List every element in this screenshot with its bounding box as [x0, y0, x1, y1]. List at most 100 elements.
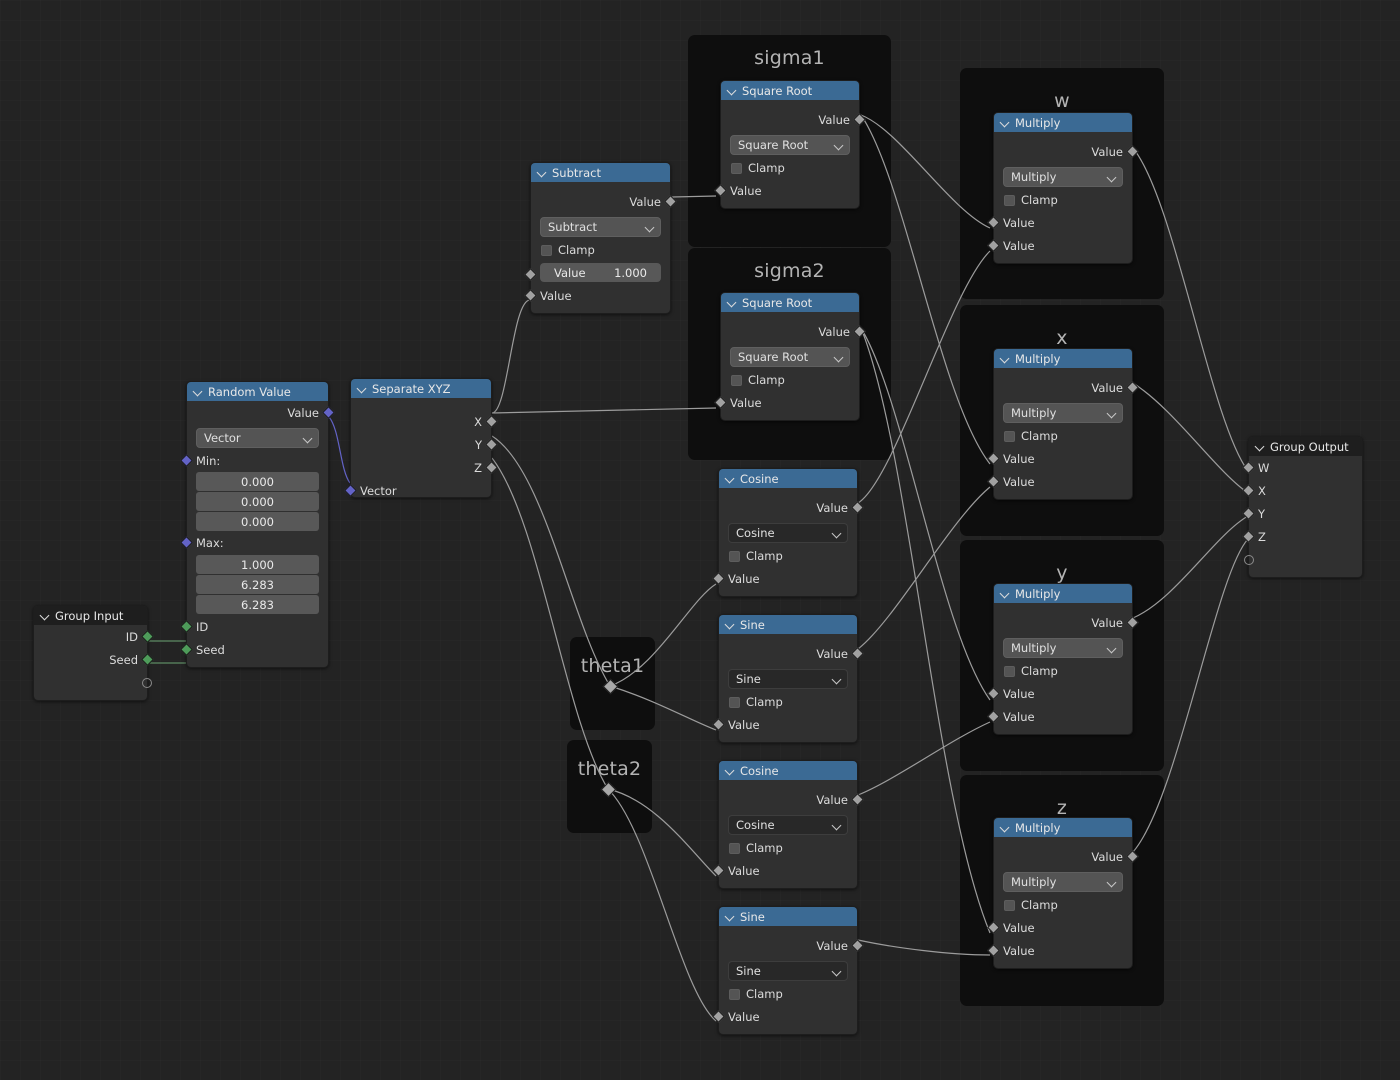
socket-x[interactable]	[1242, 484, 1255, 497]
socket-value-out[interactable]	[322, 406, 335, 419]
chevron-down-icon[interactable]	[832, 967, 842, 977]
socket-row-output-y[interactable]: Y	[351, 433, 491, 456]
clamp-checkbox[interactable]	[731, 163, 742, 174]
socket-row-output-id[interactable]: ID	[34, 625, 147, 648]
socket-extend-icon[interactable]	[142, 678, 152, 688]
node-editor-canvas[interactable]: sigma1 sigma2 theta1 theta2 w x y z Grou…	[0, 0, 1400, 1080]
socket-row-input-value-a[interactable]: Value	[994, 211, 1132, 234]
socket-y[interactable]	[1242, 507, 1255, 520]
operation-dropdown[interactable]: Square Root	[730, 347, 850, 367]
socket-value-out[interactable]	[851, 501, 864, 514]
chevron-down-icon[interactable]	[537, 167, 548, 178]
socket-row-input-id[interactable]: ID	[187, 615, 328, 638]
clamp-row[interactable]: Clamp	[719, 837, 857, 859]
chevron-down-icon[interactable]	[1255, 441, 1266, 452]
chevron-down-icon[interactable]	[1000, 353, 1011, 364]
socket-value-b[interactable]	[524, 289, 537, 302]
chevron-down-icon[interactable]	[834, 141, 844, 151]
chevron-down-icon[interactable]	[832, 821, 842, 831]
socket-row-output-value[interactable]: Value	[721, 320, 859, 343]
node-multiply-x[interactable]: Multiply Value Multiply Clamp Value Valu…	[993, 348, 1133, 500]
socket-row-output-value[interactable]: Value	[994, 376, 1132, 399]
node-square-root-sigma2-header[interactable]: Square Root	[721, 293, 859, 312]
socket-row-input-value[interactable]: Value	[719, 713, 857, 736]
node-multiply-z-header[interactable]: Multiply	[994, 818, 1132, 837]
socket-value-in[interactable]	[712, 718, 725, 731]
chevron-down-icon[interactable]	[193, 386, 204, 397]
chevron-down-icon[interactable]	[1107, 173, 1117, 183]
socket-value-in[interactable]	[712, 864, 725, 877]
chevron-down-icon[interactable]	[645, 223, 655, 233]
clamp-checkbox[interactable]	[729, 989, 740, 1000]
node-multiply-w[interactable]: Multiply Value Multiply Clamp Value Valu…	[993, 112, 1133, 264]
socket-row-output-seed[interactable]: Seed	[34, 648, 147, 671]
clamp-row[interactable]: Clamp	[994, 660, 1132, 682]
clamp-row[interactable]: Clamp	[994, 425, 1132, 447]
clamp-row[interactable]: Clamp	[531, 239, 670, 261]
node-square-root-sigma1[interactable]: Square Root Value Square Root Clamp Valu…	[720, 80, 860, 209]
operation-dropdown[interactable]: Sine	[728, 669, 848, 689]
operation-dropdown[interactable]: Subtract	[540, 217, 661, 237]
socket-id-in[interactable]	[180, 620, 193, 633]
socket-vector-in[interactable]	[344, 484, 357, 497]
socket-value-out[interactable]	[851, 647, 864, 660]
socket-row-input-z[interactable]: Z	[1249, 525, 1362, 548]
node-subtract[interactable]: Subtract Value Subtract Clamp Value 1.00…	[530, 162, 671, 314]
chevron-down-icon[interactable]	[727, 297, 738, 308]
node-multiply-y[interactable]: Multiply Value Multiply Clamp Value Valu…	[993, 583, 1133, 735]
clamp-row[interactable]: Clamp	[719, 691, 857, 713]
chevron-down-icon[interactable]	[357, 383, 368, 394]
chevron-down-icon[interactable]	[725, 765, 736, 776]
socket-row-output-value[interactable]: Value	[994, 845, 1132, 868]
node-multiply-w-header[interactable]: Multiply	[994, 113, 1132, 132]
chevron-down-icon[interactable]	[832, 675, 842, 685]
node-cosine-1-header[interactable]: Cosine	[719, 469, 857, 488]
socket-row-input-w[interactable]: W	[1249, 456, 1362, 479]
node-sine-2-header[interactable]: Sine	[719, 907, 857, 926]
node-multiply-y-header[interactable]: Multiply	[994, 584, 1132, 603]
operation-dropdown[interactable]: Multiply	[1003, 872, 1123, 892]
chevron-down-icon[interactable]	[1000, 117, 1011, 128]
chevron-down-icon[interactable]	[725, 619, 736, 630]
socket-row-input-y[interactable]: Y	[1249, 502, 1362, 525]
node-square-root-sigma2[interactable]: Square Root Value Square Root Clamp Valu…	[720, 292, 860, 421]
chevron-down-icon[interactable]	[834, 353, 844, 363]
min-z-field[interactable]: 0.000	[196, 512, 319, 531]
chevron-down-icon[interactable]	[1000, 822, 1011, 833]
chevron-down-icon[interactable]	[1107, 878, 1117, 888]
socket-row-output-value[interactable]: Value	[531, 190, 670, 213]
operation-dropdown[interactable]: Cosine	[728, 523, 848, 543]
chevron-down-icon[interactable]	[727, 85, 738, 96]
chevron-down-icon[interactable]	[303, 434, 313, 444]
socket-row-output-value[interactable]: Value	[719, 934, 857, 957]
socket-row-min[interactable]: Min:	[187, 450, 328, 471]
chevron-down-icon[interactable]	[725, 473, 736, 484]
clamp-checkbox[interactable]	[729, 843, 740, 854]
socket-value-in[interactable]	[712, 572, 725, 585]
node-separate-xyz[interactable]: Separate XYZ X Y Z Vector	[350, 378, 492, 498]
node-cosine-2-header[interactable]: Cosine	[719, 761, 857, 780]
max-x-field[interactable]: 1.000	[196, 555, 319, 574]
node-subtract-header[interactable]: Subtract	[531, 163, 670, 182]
max-z-field[interactable]: 6.283	[196, 595, 319, 614]
socket-row-output-value[interactable]: Value	[721, 108, 859, 131]
data-type-dropdown[interactable]: Vector	[196, 428, 319, 448]
socket-row-output-value[interactable]: Value	[994, 140, 1132, 163]
socket-row-input-value-a[interactable]: Value	[994, 682, 1132, 705]
socket-row-input-value[interactable]: Value	[719, 567, 857, 590]
clamp-row[interactable]: Clamp	[721, 369, 859, 391]
node-cosine-1[interactable]: Cosine Value Cosine Clamp Value	[718, 468, 858, 597]
clamp-checkbox[interactable]	[1004, 666, 1015, 677]
clamp-checkbox[interactable]	[731, 375, 742, 386]
socket-value-a[interactable]	[524, 268, 537, 281]
clamp-row[interactable]: Clamp	[719, 545, 857, 567]
socket-max[interactable]	[180, 536, 193, 549]
socket-row-input-value-b[interactable]: Value	[531, 284, 670, 307]
socket-z[interactable]	[485, 461, 498, 474]
socket-row-output-extend[interactable]	[34, 671, 147, 694]
socket-row-input-value-b[interactable]: Value	[994, 705, 1132, 728]
node-multiply-x-header[interactable]: Multiply	[994, 349, 1132, 368]
socket-extend-icon[interactable]	[1244, 555, 1254, 565]
node-group-input[interactable]: Group Input ID Seed	[33, 605, 148, 701]
socket-row-output-value[interactable]: Value	[719, 788, 857, 811]
